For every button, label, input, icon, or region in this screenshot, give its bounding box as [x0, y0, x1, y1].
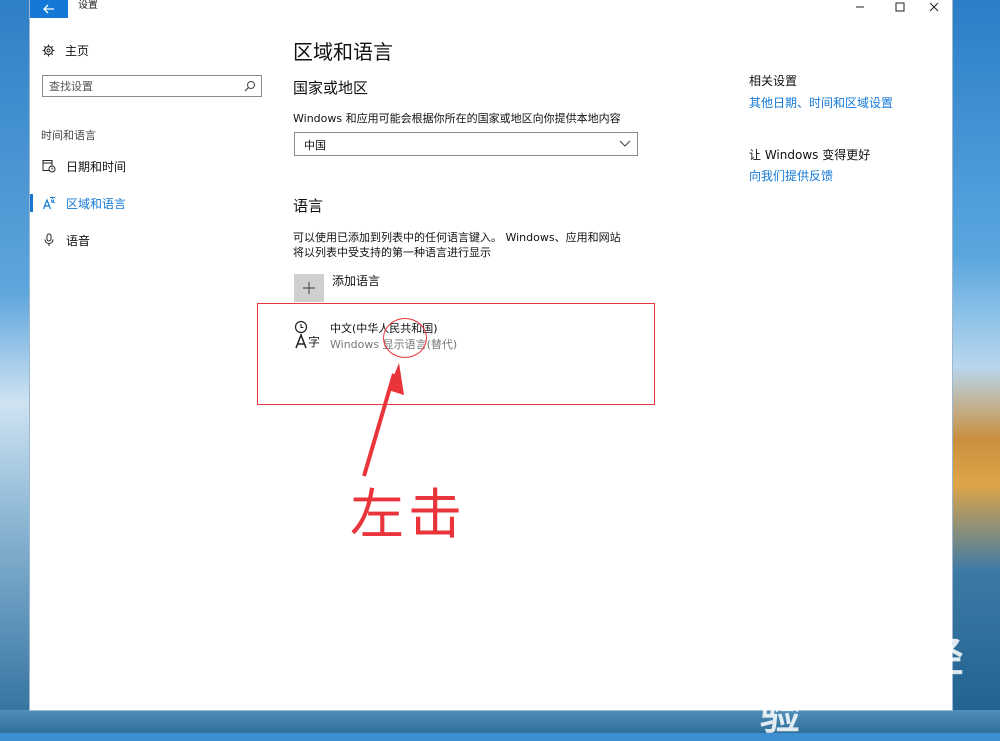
country-selected-value: 中国: [304, 139, 326, 152]
gear-icon: [42, 43, 55, 57]
country-heading: 国家或地区: [293, 79, 369, 97]
other-date-time-region-link[interactable]: 其他日期、时间和区域设置: [749, 94, 893, 111]
language-description-line2: 将以列表中受支持的第一种语言进行显示: [293, 246, 491, 259]
feedback-link[interactable]: 向我们提供反馈: [749, 167, 833, 184]
plus-icon: [303, 282, 315, 294]
desktop-background-right: [952, 0, 1000, 733]
language-heading: 语言: [293, 197, 324, 215]
watermark-url: jingyan.baidu.com: [774, 685, 894, 700]
calendar-icon: [42, 160, 56, 173]
search-icon: [244, 81, 255, 92]
microphone-icon: [44, 233, 54, 246]
plus-box: [294, 274, 324, 302]
make-windows-better-heading: 让 Windows 变得更好: [749, 148, 871, 162]
sidebar-item-date-time[interactable]: 日期和时间: [30, 155, 270, 177]
search-field[interactable]: [42, 75, 262, 97]
baidu-watermark: Bai du 经验 jingyan.baidu.com: [760, 625, 1000, 741]
sidebar-item-label: 语音: [66, 234, 91, 248]
related-settings-heading: 相关设置: [749, 74, 798, 88]
desktop-background-left: [0, 0, 30, 733]
sidebar-item-speech[interactable]: 语音: [30, 229, 270, 251]
close-button[interactable]: [916, 0, 952, 14]
sidebar-item-region-language[interactable]: 区域和语言: [30, 192, 270, 214]
search-input[interactable]: [49, 78, 239, 94]
active-indicator: [30, 194, 33, 212]
region-language-icon: [42, 197, 56, 210]
back-arrow-icon: [43, 4, 54, 14]
window-title: 设置: [78, 0, 98, 11]
sidebar-section-title: 时间和语言: [41, 129, 96, 142]
maximize-button[interactable]: [882, 0, 918, 14]
back-button[interactable]: [30, 0, 68, 18]
annotation-highlight-box: [257, 303, 655, 405]
annotation-arrow-icon: [362, 363, 404, 477]
close-icon: [929, 2, 939, 12]
watermark-logo-text: Bai du 经验: [760, 635, 965, 739]
minimize-icon: [856, 6, 864, 8]
add-language-button[interactable]: 添加语言: [294, 274, 380, 302]
language-description-line1: 可以使用已添加到列表中的任何语言键入。 Windows、应用和网站: [293, 231, 621, 244]
maximize-icon: [895, 2, 905, 12]
add-language-label: 添加语言: [332, 273, 381, 288]
annotation-text: 左击: [350, 483, 466, 546]
sidebar-item-label: 日期和时间: [66, 160, 127, 174]
annotation-circle: [383, 318, 427, 358]
sidebar-item-label: 区域和语言: [66, 197, 127, 211]
title-bar: 设置: [30, 0, 952, 18]
minimize-button[interactable]: [842, 0, 878, 14]
country-dropdown[interactable]: 中国: [294, 132, 638, 156]
nav-home[interactable]: 主页: [42, 40, 89, 60]
country-description: Windows 和应用可能会根据你所在的国家或地区向你提供本地内容: [293, 112, 621, 125]
page-title: 区域和语言: [293, 40, 393, 64]
chevron-down-icon: [619, 140, 631, 147]
nav-home-label: 主页: [65, 43, 90, 58]
